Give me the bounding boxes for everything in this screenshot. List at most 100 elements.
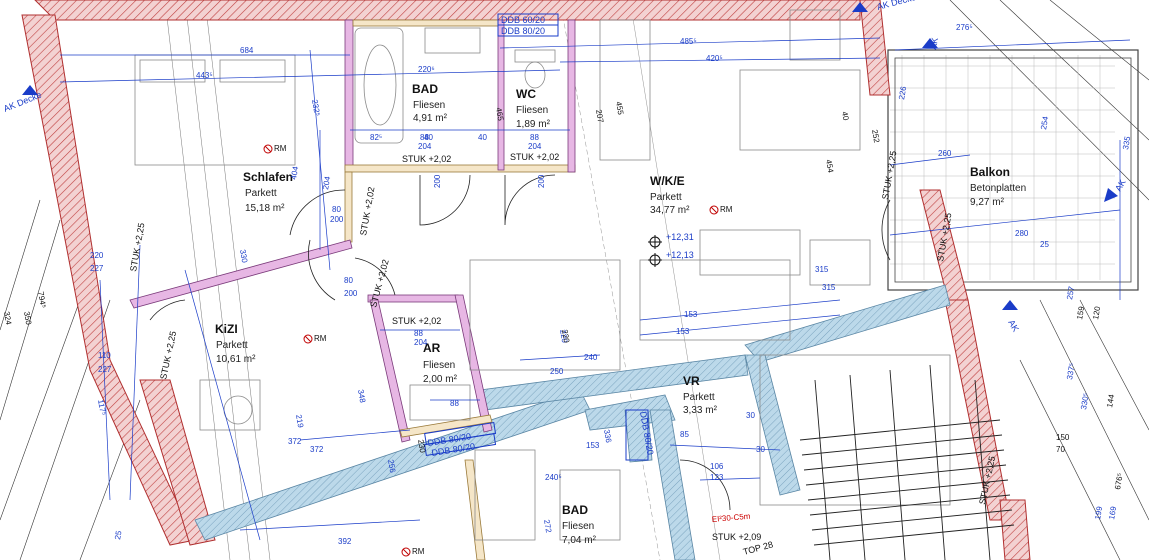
dim: 88 bbox=[450, 399, 459, 408]
dim: 372 bbox=[288, 437, 302, 446]
dim: 70 bbox=[1056, 445, 1065, 454]
dim: 88 bbox=[414, 329, 423, 338]
dim: 220⁶ bbox=[418, 65, 435, 74]
concrete-walls bbox=[194, 284, 951, 560]
room-finish: Fliesen bbox=[413, 100, 445, 111]
dim: 30 bbox=[756, 445, 765, 454]
dim: 350 bbox=[22, 311, 33, 326]
room-area: 10,61 m² bbox=[216, 354, 256, 365]
dim: 372 bbox=[310, 445, 324, 454]
rm-label: RM bbox=[720, 205, 733, 214]
dim: 227 bbox=[90, 264, 104, 273]
dim: 82⁵ bbox=[370, 133, 382, 142]
dim: 240 bbox=[584, 353, 598, 362]
dim: 106 bbox=[710, 462, 724, 471]
dim: 204 bbox=[528, 142, 542, 151]
ak-label: AK bbox=[1006, 318, 1021, 333]
dim: 330 bbox=[238, 249, 249, 264]
dim: 392 bbox=[338, 537, 352, 546]
level-label: +12,31 bbox=[666, 232, 694, 242]
ddb-label: DDB 60/20 bbox=[501, 15, 545, 25]
dim: 153 bbox=[676, 327, 690, 336]
ddb-label: DDB 80/20 bbox=[501, 26, 545, 36]
dim: 315 bbox=[822, 283, 836, 292]
room-name: Balkon bbox=[970, 165, 1010, 179]
dim: 30 bbox=[746, 411, 755, 420]
dim: 153 bbox=[684, 310, 698, 319]
dim: 200 bbox=[433, 174, 442, 188]
dim: 276⁵ bbox=[956, 23, 973, 32]
room-area: 3,33 m² bbox=[683, 405, 718, 416]
dim: 454 bbox=[824, 159, 835, 174]
dim: 25 bbox=[1040, 240, 1049, 249]
ak-decke-label: AK Decke bbox=[876, 0, 917, 12]
dim: 272 bbox=[542, 519, 553, 534]
dim: 684 bbox=[240, 46, 254, 55]
room-wke: W/K/E Parkett 34,77 m² bbox=[650, 174, 690, 216]
room-kizi: KiZI Parkett 10,61 m² bbox=[215, 322, 256, 365]
dim: 159 bbox=[1075, 305, 1086, 320]
room-finish: Parkett bbox=[650, 192, 682, 203]
dim: 250 bbox=[550, 367, 564, 376]
dim: 123 bbox=[710, 473, 724, 482]
dim: 485⁵ bbox=[680, 37, 697, 46]
room-bad-2: BAD Fliesen 7,04 m² bbox=[562, 503, 597, 546]
room-area: 9,27 m² bbox=[970, 197, 1005, 208]
dim: 200 bbox=[344, 289, 358, 298]
dim: 88 bbox=[530, 133, 539, 142]
dim: 150 bbox=[1056, 433, 1070, 442]
room-area: 7,04 m² bbox=[562, 535, 597, 546]
stuk-label: STUK +2,02 bbox=[392, 316, 441, 326]
dim: 676⁵ bbox=[1113, 472, 1125, 490]
room-finish: Parkett bbox=[216, 340, 248, 351]
dim: 207 bbox=[594, 109, 605, 124]
dim: 232⁵ bbox=[310, 99, 322, 117]
dim: 348 bbox=[356, 389, 367, 404]
dim: 324 bbox=[2, 311, 13, 326]
ak-decke-label: AK Decke bbox=[2, 90, 43, 114]
outer-walls bbox=[21, 0, 1031, 560]
stuk-label: STUK +2,25 bbox=[128, 222, 146, 272]
room-name: BAD bbox=[412, 82, 438, 96]
room-area: 2,00 m² bbox=[423, 374, 458, 385]
room-area: 34,77 m² bbox=[650, 205, 690, 216]
dim: 315 bbox=[815, 265, 829, 274]
dim: 336 bbox=[602, 429, 613, 444]
room-finish: Fliesen bbox=[562, 521, 594, 532]
fire-door-label: EI²30-C5m bbox=[711, 512, 751, 524]
dim: 117⁵ bbox=[96, 399, 108, 416]
dim: 204 bbox=[418, 142, 432, 151]
dim: 219 bbox=[294, 414, 305, 429]
dim: 204 bbox=[321, 175, 332, 190]
dim: 25 bbox=[113, 529, 124, 540]
dim: 260 bbox=[938, 149, 952, 158]
dim: 443⁵ bbox=[196, 71, 213, 80]
room-schlafen: Schlafen Parkett 15,18 m² bbox=[243, 170, 293, 214]
dim: 40 bbox=[478, 133, 487, 142]
dim: 404 bbox=[289, 165, 300, 180]
dim: 240⁵ bbox=[545, 473, 562, 482]
dim: 120 bbox=[1091, 305, 1102, 320]
dim: 220 bbox=[90, 251, 104, 260]
room-bad-1: BAD Fliesen 4,91 m² bbox=[412, 82, 448, 124]
room-name: WC bbox=[516, 87, 536, 101]
dim: 455 bbox=[614, 101, 625, 116]
room-finish: Parkett bbox=[683, 392, 715, 403]
room-ar: AR Fliesen 2,00 m² bbox=[423, 341, 458, 385]
stuk-label: STUK +2,09 bbox=[712, 532, 761, 542]
dim: 80 bbox=[332, 205, 341, 214]
dim: 144 bbox=[1105, 393, 1116, 408]
room-name: BAD bbox=[562, 503, 588, 517]
dim: 153 bbox=[586, 441, 600, 450]
level-points bbox=[648, 235, 662, 267]
dim: 80 bbox=[344, 276, 353, 285]
rm-label: RM bbox=[274, 144, 287, 153]
stuk-label: STUK +2,02 bbox=[402, 154, 451, 164]
dim: 280 bbox=[1015, 229, 1029, 238]
dim: 200 bbox=[330, 215, 344, 224]
dim: 85 bbox=[680, 430, 689, 439]
ak-label: AK bbox=[928, 37, 940, 51]
rm-label: RM bbox=[314, 334, 327, 343]
room-wc: WC Fliesen 1,89 m² bbox=[516, 87, 551, 130]
dim: 330⁵ bbox=[1079, 392, 1091, 410]
